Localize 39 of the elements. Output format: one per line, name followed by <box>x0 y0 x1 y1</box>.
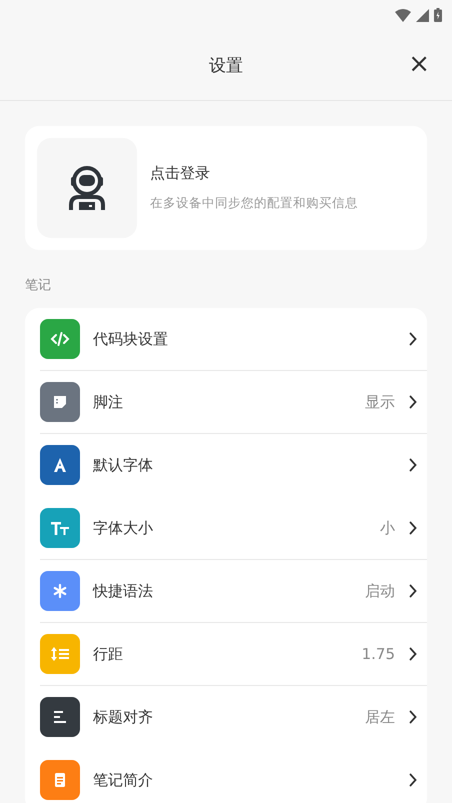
settings-row[interactable]: 行距 1.75 <box>40 623 427 686</box>
astronaut-icon <box>67 165 107 211</box>
login-card[interactable]: 点击登录 在多设备中同步您的配置和购买信息 <box>25 126 427 250</box>
setting-value: 1.75 <box>362 645 395 663</box>
chevron-icon <box>409 521 417 535</box>
battery-icon <box>434 8 442 22</box>
setting-label: 笔记简介 <box>93 770 154 790</box>
login-subtitle: 在多设备中同步您的配置和购买信息 <box>150 195 358 212</box>
setting-label: 默认字体 <box>93 456 154 474</box>
wifi-icon <box>395 8 411 22</box>
setting-value: 小 <box>380 518 395 538</box>
setting-label: 字体大小 <box>93 518 154 538</box>
setting-label: 脚注 <box>93 392 124 412</box>
setting-label: 代码块设置 <box>93 330 169 348</box>
setting-label: 行距 <box>93 644 124 664</box>
setting-value: 居左 <box>365 708 395 726</box>
signal-icon <box>416 8 429 22</box>
chevron-icon <box>409 332 417 346</box>
chevron-icon <box>409 395 417 409</box>
setting-label: 标题对齐 <box>93 708 154 726</box>
settings-row[interactable]: 默认字体 <box>40 434 427 497</box>
setting-value: 启动 <box>365 582 395 600</box>
settings-row[interactable]: 字体大小 小 <box>40 497 427 560</box>
settings-row[interactable]: 快捷语法 启动 <box>40 560 427 623</box>
chevron-icon <box>409 647 417 661</box>
setting-label: 快捷语法 <box>93 582 154 600</box>
chevron-icon <box>409 773 417 787</box>
settings-row[interactable]: 脚注 显示 <box>40 371 427 434</box>
page-title: 设置 <box>209 54 243 76</box>
chevron-icon <box>409 710 417 724</box>
chevron-icon <box>409 458 417 472</box>
section-label: 笔记 <box>25 277 52 295</box>
close-button[interactable]: × <box>404 50 434 78</box>
settings-row[interactable]: 标题对齐 居左 <box>40 686 427 749</box>
chevron-icon <box>409 584 417 598</box>
settings-row[interactable]: 代码块设置 <box>40 308 427 371</box>
settings-row[interactable]: 笔记简介 <box>40 749 427 803</box>
login-title: 点击登录 <box>150 164 211 183</box>
setting-value: 显示 <box>365 392 395 412</box>
